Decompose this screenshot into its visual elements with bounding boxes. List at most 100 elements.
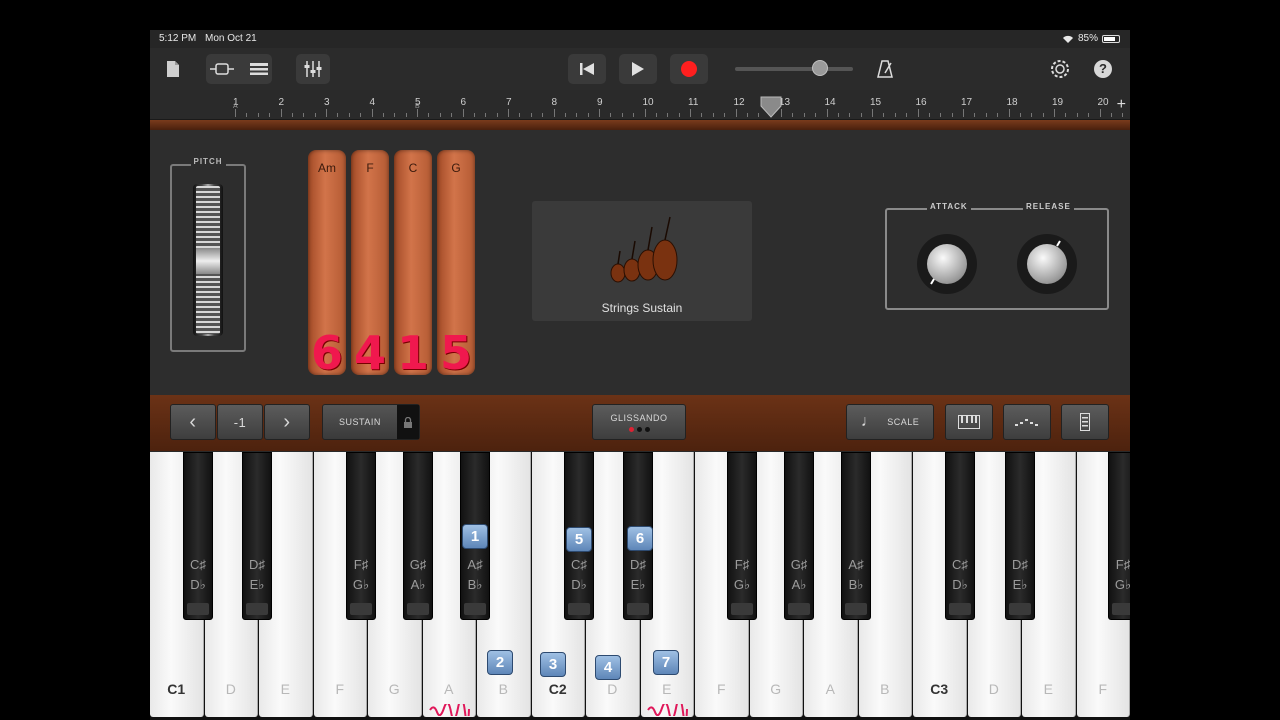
black-key-label: D♯ E♭ (249, 557, 265, 592)
white-key-label: B (880, 681, 890, 697)
timeline-ruler[interactable]: 1 2 3 4 5 6 7 8 9 10 11 12 13 14 15 16 17 18 19 20 A B (150, 92, 1130, 120)
help-icon: ? (1094, 60, 1112, 78)
ruler-tick (883, 113, 885, 117)
rewind-button[interactable] (568, 54, 606, 84)
white-key-label: E (1043, 681, 1053, 697)
ruler-bar-number: 18 (1006, 97, 1018, 108)
black-key[interactable]: C♯ D♭ (183, 452, 213, 620)
ruler-tick (792, 113, 794, 117)
black-key[interactable]: G♯ A♭ (784, 452, 814, 620)
attack-label: ATTACK (927, 202, 971, 211)
octave-down-button[interactable]: ‹ (170, 404, 216, 440)
scale-degree-badge: 1 (462, 524, 488, 549)
ruler-tick (610, 113, 612, 117)
glissando-button[interactable]: GLISSANDO (592, 404, 686, 440)
chord-degree-overlay: 5 (439, 326, 472, 380)
ruler-bar-number: 19 (1052, 97, 1064, 108)
help-button[interactable]: ? (1090, 56, 1116, 82)
ruler-tick (405, 113, 407, 117)
piano-keys-icon (958, 415, 980, 429)
chord-name: G (451, 161, 461, 175)
settings-icon[interactable] (1047, 56, 1073, 82)
ruler-tick (928, 113, 930, 117)
black-key-label: F♯ G♭ (733, 557, 751, 592)
white-key-label: D (225, 681, 236, 697)
toolbar: ? (150, 48, 1130, 90)
mixer-list-icon[interactable] (246, 56, 272, 82)
ruler-bar-number: 3 (324, 97, 330, 108)
ruler-bar-number: 16 (915, 97, 927, 108)
chord-strip[interactable]: C1 (394, 150, 432, 380)
ruler-tick (235, 109, 236, 117)
octave-up-button[interactable]: › (264, 404, 310, 440)
master-volume-knob[interactable] (812, 60, 828, 76)
document-icon[interactable] (160, 56, 186, 82)
chord-name: Am (318, 161, 336, 175)
pitch-wheel[interactable] (193, 184, 223, 336)
instrument-selector[interactable]: Strings Sustain (532, 201, 752, 321)
wifi-icon (1062, 35, 1073, 43)
pink-scribble-mark (647, 704, 688, 716)
playhead-icon[interactable] (760, 96, 782, 118)
chord-strip[interactable]: Am 6 (308, 150, 346, 380)
attack-knob[interactable] (917, 234, 977, 294)
master-volume-slider[interactable] (735, 67, 853, 71)
keyboard-layout-button[interactable] (945, 404, 993, 440)
ruler-tick (678, 113, 680, 117)
strings-instrument-icon (610, 216, 678, 283)
black-key-label: G♯ A♭ (409, 557, 427, 592)
scale-button[interactable]: ♩ SCALE (846, 404, 934, 440)
arpeggiator-button[interactable] (1003, 404, 1051, 440)
black-key[interactable]: A♯ B♭ (841, 452, 871, 620)
ruler-bar-number: 14 (824, 97, 836, 108)
ruler-tick (951, 113, 953, 117)
white-key-label: C3 (930, 681, 949, 697)
black-key-label: D♯ E♭ (630, 557, 646, 592)
ruler-tick (508, 109, 509, 117)
record-icon (681, 61, 697, 77)
note-settings-button[interactable] (1061, 404, 1109, 440)
metronome-icon[interactable] (872, 56, 898, 82)
white-key-label: C1 (167, 681, 186, 697)
black-key[interactable]: C♯ D♭ (945, 452, 975, 620)
ruler-tick (564, 113, 566, 117)
black-key[interactable]: D♯ E♭ (1005, 452, 1035, 620)
sustain-button[interactable]: SUSTAIN (322, 404, 420, 440)
ruler-tick (428, 113, 430, 117)
note-settings-icon (1080, 413, 1090, 431)
chord-strip[interactable]: G5 (437, 150, 475, 380)
chord-degree-overlay: 6 (310, 326, 343, 380)
white-key-label: D (607, 681, 618, 697)
ruler-tick (985, 113, 987, 117)
lock-icon[interactable] (397, 405, 419, 439)
ruler-tick (1076, 113, 1078, 117)
ruler-tick (246, 113, 248, 117)
mixer-sliders-icon[interactable] (300, 56, 326, 82)
black-key[interactable]: F♯ G♭ (1108, 452, 1130, 620)
play-button[interactable] (619, 54, 657, 84)
black-key[interactable]: D♯ E♭ (242, 452, 272, 620)
status-right: 85% (1062, 33, 1120, 44)
add-section-button[interactable]: + (1117, 96, 1126, 114)
sustain-label: SUSTAIN (339, 417, 381, 427)
black-key[interactable]: F♯ G♭ (727, 452, 757, 620)
black-key[interactable]: F♯ G♭ (346, 452, 376, 620)
ruler-tick (439, 113, 441, 117)
white-key-label: E (280, 681, 290, 697)
white-key-label: G (388, 681, 400, 697)
tracks-view-icon[interactable] (210, 56, 236, 82)
record-button[interactable] (670, 54, 708, 84)
section-marker: B (415, 103, 420, 110)
pitch-label: PITCH (172, 157, 244, 166)
ruler-tick (963, 109, 964, 117)
black-key[interactable]: G♯ A♭ (403, 452, 433, 620)
ruler-tick (860, 113, 862, 117)
pink-scribble-mark (429, 704, 470, 716)
ruler-tick (621, 113, 623, 117)
ruler-tick (917, 109, 919, 117)
release-knob[interactable] (1017, 234, 1077, 294)
chord-strip[interactable]: F4 (351, 150, 389, 380)
ruler-tick (326, 109, 327, 117)
chord-degree-overlay: 1 (396, 326, 429, 380)
ruler-tick (599, 109, 600, 117)
